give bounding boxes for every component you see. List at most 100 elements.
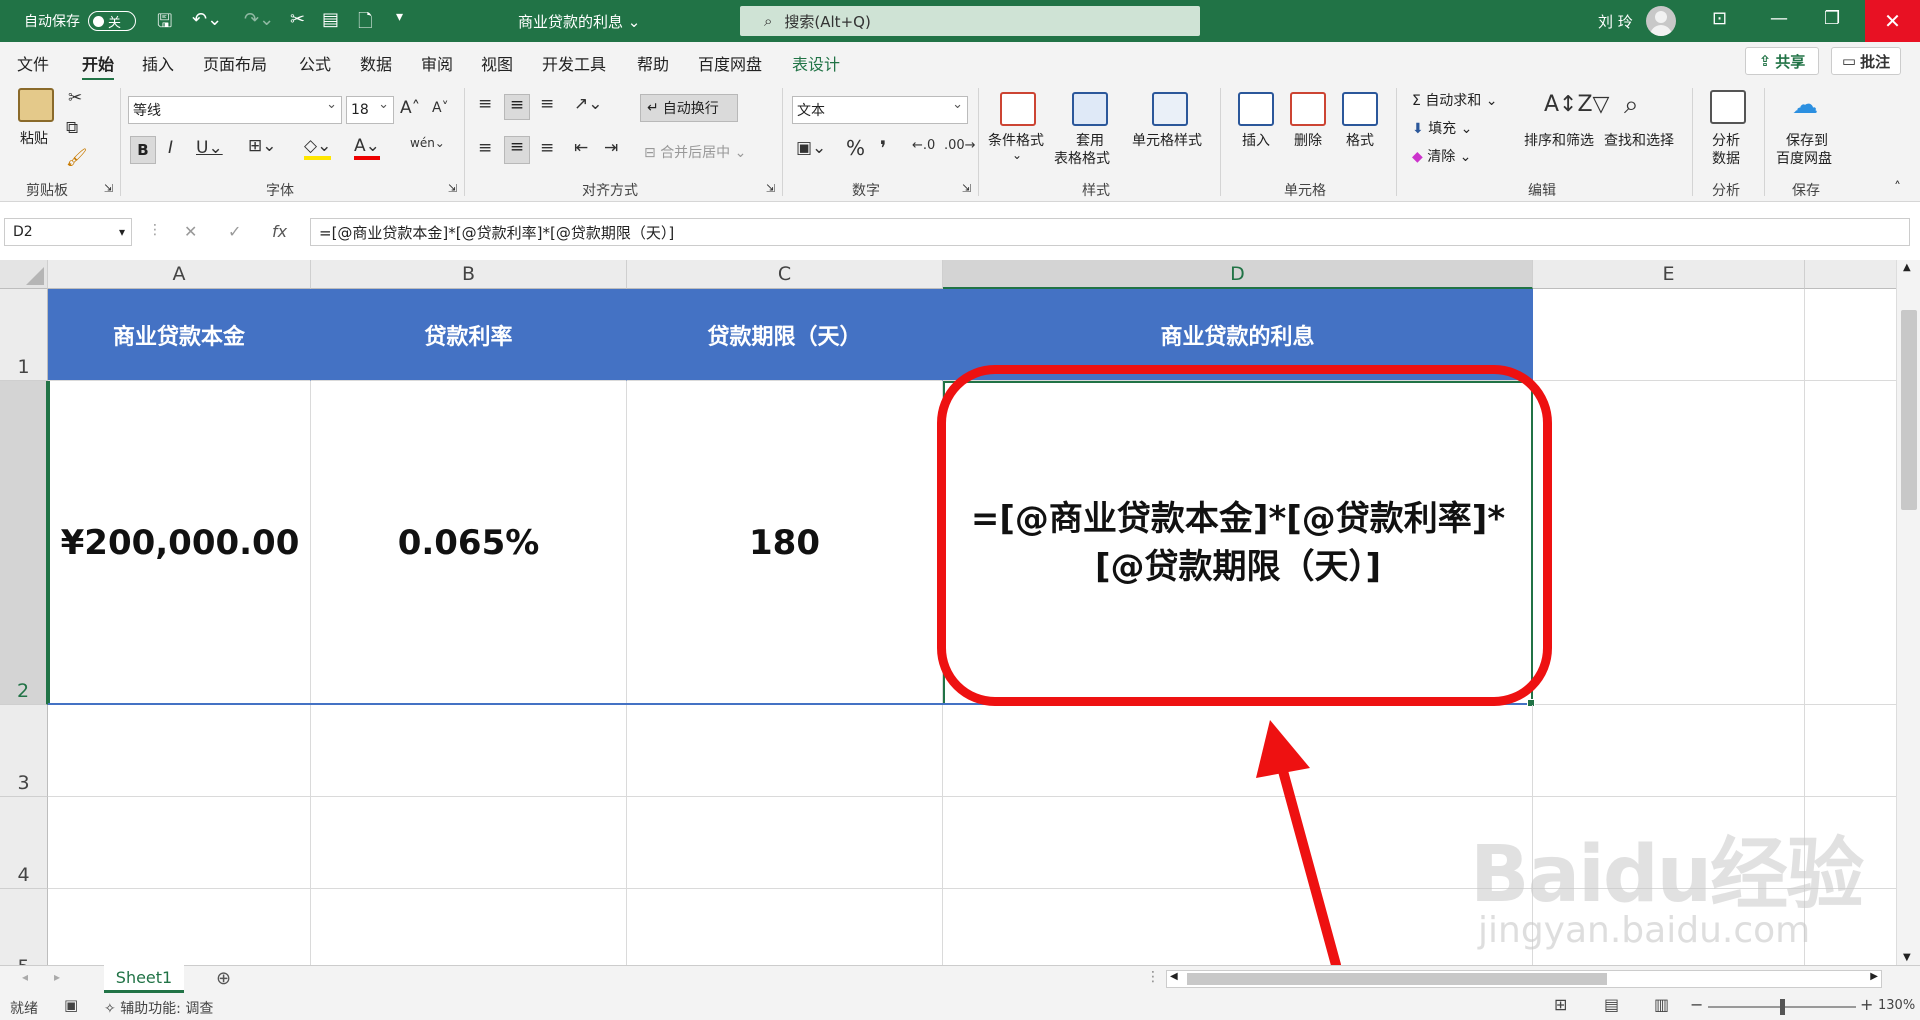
cell-b5[interactable] — [311, 889, 627, 965]
cell-c1[interactable]: 贷款期限（天） — [627, 289, 943, 381]
sort-filter-icon[interactable]: A↕Z▽ — [1544, 92, 1609, 117]
find-select-label[interactable]: 查找和选择 — [1604, 130, 1674, 150]
cell-c3[interactable] — [627, 705, 943, 797]
tab-developer[interactable]: 开发工具 — [542, 51, 606, 75]
row-header-1[interactable]: 1 — [0, 289, 48, 381]
zoom-in-icon[interactable]: + — [1860, 995, 1873, 1014]
tab-table-design[interactable]: 表设计 — [792, 51, 840, 75]
redo-icon[interactable]: ↷⌄ — [244, 9, 274, 30]
autosum-button[interactable]: Σ 自动求和 ⌄ — [1412, 90, 1498, 110]
prev-sheet-icon[interactable]: ◂ — [22, 970, 28, 984]
document-title[interactable]: 商业贷款的利息 ⌄ — [518, 11, 640, 32]
format-as-table-label-1[interactable]: 套用 — [1076, 130, 1104, 150]
cell-b3[interactable] — [311, 705, 627, 797]
cell-e2[interactable] — [1533, 381, 1805, 705]
accessibility-status[interactable]: ✧ 辅助功能: 调查 — [104, 998, 213, 1018]
baidu-netdisk-icon[interactable]: ☁ — [1792, 90, 1818, 120]
increase-indent-icon[interactable]: ⇥ — [604, 138, 618, 158]
cell-a4[interactable] — [48, 797, 311, 889]
splitter-icon[interactable]: ⋮ — [1146, 969, 1160, 985]
cell-a3[interactable] — [48, 705, 311, 797]
orientation-icon[interactable]: ↗⌄ — [574, 94, 603, 114]
paste-label[interactable]: 粘贴 — [20, 128, 48, 148]
collapse-ribbon-icon[interactable]: ˄ — [1894, 180, 1901, 196]
align-right-icon[interactable]: ≡ — [540, 138, 554, 158]
comment-button[interactable]: ▭ 批注 — [1831, 47, 1901, 75]
column-header-e[interactable]: E — [1533, 260, 1805, 289]
tab-baidu-netdisk[interactable]: 百度网盘 — [698, 51, 762, 75]
page-break-view-icon[interactable]: ▥ — [1654, 995, 1669, 1014]
align-center-icon[interactable]: ≡ — [504, 136, 530, 164]
align-top-icon[interactable]: ≡ — [478, 94, 492, 114]
cell-f3[interactable] — [1805, 705, 1896, 797]
decrease-decimal-icon[interactable]: .00→ — [944, 138, 976, 153]
row-header-3[interactable]: 3 — [0, 705, 48, 797]
name-box[interactable]: D2 ▾ — [4, 218, 132, 246]
cut-icon[interactable]: ✂ — [290, 9, 305, 30]
format-cells-label[interactable]: 格式 — [1346, 130, 1374, 150]
scroll-up-icon[interactable]: ▲ — [1903, 262, 1911, 273]
cell-e1[interactable] — [1533, 289, 1805, 381]
border-icon[interactable]: ⊞⌄ — [248, 136, 277, 156]
tab-help[interactable]: 帮助 — [637, 51, 669, 75]
share-button[interactable]: ⇪ 共享 — [1745, 47, 1819, 75]
insert-cells-label[interactable]: 插入 — [1242, 130, 1270, 150]
normal-view-icon[interactable]: ⊞ — [1554, 995, 1567, 1014]
tab-formulas[interactable]: 公式 — [299, 51, 331, 75]
format-painter-icon[interactable]: 🖌 — [66, 148, 88, 168]
delete-cells-label[interactable]: 删除 — [1294, 130, 1322, 150]
tab-view[interactable]: 视图 — [481, 51, 513, 75]
cell-a5[interactable] — [48, 889, 311, 965]
cell-d3[interactable] — [943, 705, 1533, 797]
column-header-d[interactable]: D — [943, 260, 1533, 289]
tab-data[interactable]: 数据 — [360, 51, 392, 75]
find-select-icon[interactable]: ⌕ — [1624, 90, 1639, 121]
close-button[interactable]: ✕ — [1865, 0, 1920, 42]
cell-f1[interactable] — [1805, 289, 1896, 381]
format-painter-icon[interactable]: ▤ — [322, 9, 339, 30]
tab-page-layout[interactable]: 页面布局 — [203, 51, 267, 75]
increase-font-icon[interactable]: A˄ — [400, 98, 420, 118]
customize-qat-icon[interactable]: ▾ — [396, 9, 403, 25]
align-middle-icon[interactable]: ≡ — [504, 94, 530, 120]
delete-cells-icon[interactable] — [1290, 92, 1326, 126]
cell-c5[interactable] — [627, 889, 943, 965]
alignment-launcher-icon[interactable]: ⇲ — [766, 182, 775, 195]
tab-file[interactable]: 文件 — [17, 51, 49, 75]
select-all-corner[interactable] — [0, 260, 48, 289]
save-netdisk-label-2[interactable]: 百度网盘 — [1776, 148, 1832, 168]
page-layout-view-icon[interactable]: ▤ — [1604, 995, 1619, 1014]
chevron-down-icon[interactable]: ⌄ — [1012, 148, 1022, 162]
format-as-table-label-2[interactable]: 表格格式 — [1054, 148, 1110, 168]
tab-review[interactable]: 审阅 — [421, 51, 453, 75]
italic-icon[interactable]: I — [168, 138, 173, 158]
fill-color-icon[interactable]: ◇⌄ — [304, 136, 332, 160]
cell-styles-label[interactable]: 单元格样式 — [1132, 130, 1202, 150]
analyze-label-2[interactable]: 数据 — [1712, 148, 1740, 168]
cell-styles-icon[interactable] — [1152, 92, 1188, 126]
decrease-font-icon[interactable]: A˅ — [432, 100, 449, 116]
underline-icon[interactable]: U⌄ — [196, 138, 223, 158]
vertical-scroll-thumb[interactable] — [1901, 310, 1917, 510]
tab-insert[interactable]: 插入 — [142, 51, 174, 75]
vertical-scrollbar[interactable]: ▲ ▼ — [1896, 260, 1920, 965]
zoom-slider-thumb[interactable] — [1780, 999, 1785, 1015]
font-color-icon[interactable]: A⌄ — [354, 136, 380, 160]
comma-icon[interactable]: ❜ — [880, 136, 886, 160]
font-size-select[interactable]: 18 — [346, 96, 394, 124]
save-icon[interactable]: 🖫 — [157, 9, 172, 39]
conditional-format-icon[interactable] — [1000, 92, 1036, 126]
cell-a1[interactable]: 商业贷款本金 — [48, 289, 311, 381]
horizontal-scroll-thumb[interactable] — [1187, 973, 1607, 985]
bold-button[interactable]: B — [130, 136, 156, 164]
sheet-tab-sheet1[interactable]: Sheet1 — [104, 965, 184, 993]
horizontal-scrollbar[interactable]: ◀ ▶ — [1166, 970, 1882, 988]
font-name-select[interactable]: 等线 — [128, 96, 342, 124]
cut-icon[interactable]: ✂ — [68, 88, 82, 108]
analyze-data-icon[interactable] — [1710, 90, 1746, 124]
analyze-label-1[interactable]: 分析 — [1712, 130, 1740, 150]
zoom-level[interactable]: 130% — [1878, 998, 1915, 1013]
cell-b2[interactable]: 0.065% — [311, 381, 627, 705]
row-header-4[interactable]: 4 — [0, 797, 48, 889]
percent-icon[interactable]: % — [846, 136, 865, 160]
